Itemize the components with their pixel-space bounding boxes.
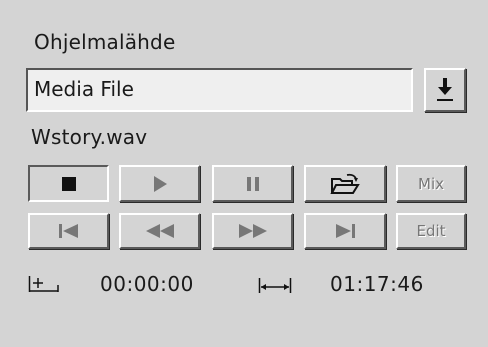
skip-to-end-button[interactable] [304, 213, 386, 249]
skip-to-start-button[interactable] [28, 213, 109, 249]
file-name: Wstory.wav [31, 125, 148, 149]
pause-icon [246, 176, 259, 191]
fast-forward-button[interactable] [212, 213, 293, 249]
skip-end-icon [336, 224, 355, 238]
rewind-icon [145, 224, 174, 238]
download-arrow-icon [437, 78, 453, 101]
length-icon [258, 278, 292, 293]
open-button[interactable] [304, 165, 386, 202]
length-time: 01:17:46 [330, 272, 424, 296]
skip-start-icon [58, 224, 78, 238]
mix-button[interactable]: Mix [396, 165, 466, 202]
start-position-icon [28, 276, 59, 292]
source-dropdown-button[interactable] [424, 68, 466, 112]
source-label: Ohjelmalähde [34, 30, 176, 54]
rewind-button[interactable] [119, 213, 200, 249]
play-icon [153, 175, 167, 192]
start-time: 00:00:00 [100, 272, 194, 296]
source-select[interactable]: Media File [26, 68, 413, 112]
source-value: Media File [34, 77, 134, 101]
play-button[interactable] [119, 165, 200, 202]
mix-label: Mix [418, 174, 444, 193]
edit-button[interactable]: Edit [396, 213, 466, 249]
edit-label: Edit [416, 222, 446, 240]
stop-button[interactable] [28, 165, 109, 202]
open-folder-icon [330, 173, 360, 194]
stop-icon [61, 176, 76, 191]
fast-forward-icon [238, 224, 267, 238]
pause-button[interactable] [212, 165, 293, 202]
